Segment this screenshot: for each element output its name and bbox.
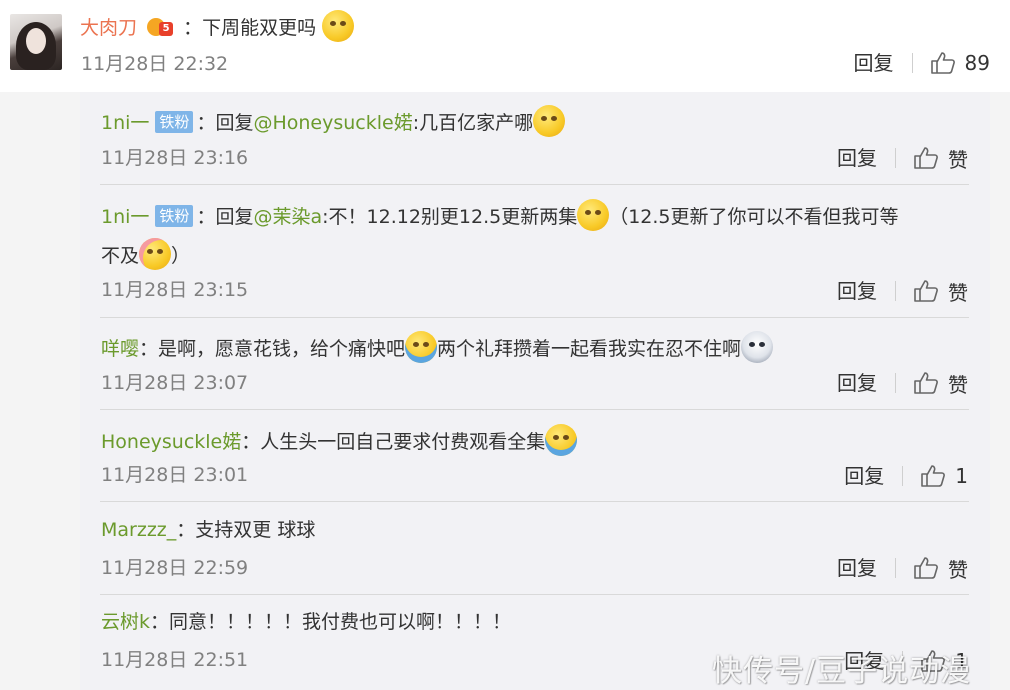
vip-crown-badge-icon: 5 [145, 14, 175, 40]
comment-actions: 回复 89 [854, 48, 990, 78]
reply-prefix: ：回复 [196, 112, 254, 134]
reply-time: 11月28日 22:51 [101, 649, 249, 671]
reply-actions: 回复 1 [844, 461, 968, 491]
reply-line: 1ni一 铁粉 ：回复@Honeysuckle婼:几百亿家产哪 [101, 105, 566, 137]
thumbs-up-icon [914, 147, 938, 169]
reply-time: 11月28日 23:01 [101, 464, 249, 486]
divider [911, 53, 913, 73]
reply-line: 云树k：同意！！！！！我付费也可以啊！！！！ [101, 608, 511, 636]
like-count: 89 [964, 51, 990, 75]
mention-link[interactable]: @茉染a [253, 206, 322, 228]
emoji-icon [545, 424, 578, 456]
reply-text-continued: （12.5更新了你可以不看但我可等 [609, 206, 899, 228]
divider [100, 317, 969, 318]
avatar[interactable] [10, 14, 62, 70]
reply-button[interactable]: 回复 [854, 48, 894, 78]
like-count: 赞 [948, 557, 968, 582]
divider [100, 184, 969, 185]
reply-prefix: ：是啊，愿意花钱，给个痛快吧 [139, 338, 406, 360]
reply-prefix: ：人生头一回自己要求付费观看全集 [241, 431, 546, 453]
reply-line: Marzzz_：支持双更 球球 [101, 516, 315, 544]
like-button[interactable]: 89 [930, 51, 990, 75]
reply-username[interactable]: Honeysuckle婼 [101, 431, 241, 453]
reply-button[interactable]: 回复 [837, 553, 877, 583]
reply-time: 11月28日 23:16 [101, 147, 249, 169]
reply-time: 11月28日 23:07 [101, 372, 249, 394]
reply-text: :不！12.12别更12.5更新两集 [322, 206, 578, 228]
reply-actions: 回复 赞 [837, 553, 968, 583]
like-count: 赞 [948, 372, 968, 397]
comment-text: ：下周能双更吗 [183, 17, 317, 39]
reply-line-wrap: 不及 ） [101, 238, 190, 270]
reply-prefix: ：回复 [196, 206, 254, 228]
reply-actions: 回复 赞 [837, 276, 968, 306]
comment-time: 11月28日 22:32 [81, 53, 229, 75]
reply-actions: 回复 赞 [837, 143, 968, 173]
reply-time: 11月28日 22:59 [101, 557, 249, 579]
comment-line: 大肉刀 5 ：下周能双更吗 [80, 10, 355, 42]
divider [100, 501, 969, 502]
divider [895, 281, 896, 301]
divider [895, 558, 896, 578]
reply-line: Honeysuckle婼：人生头一回自己要求付费观看全集 [101, 424, 578, 456]
reply-prefix: ：同意！！！！！我付费也可以啊！！！！ [150, 611, 512, 633]
fan-badge: 铁粉 [155, 111, 194, 133]
comment-thread: 大肉刀 5 ：下周能双更吗 11月28日 22:32 回复 89 1ni一 铁粉：… [0, 0, 1010, 690]
reply-username[interactable]: 1ni一 [101, 206, 149, 228]
reply-button[interactable]: 回复 [837, 368, 877, 398]
like-count: 赞 [948, 147, 968, 172]
like-button[interactable]: 赞 [914, 277, 968, 306]
mention-link[interactable]: @Honeysuckle婼 [253, 112, 412, 134]
reply-button[interactable]: 回复 [837, 143, 877, 173]
emoji-icon [741, 331, 774, 363]
reply-username[interactable]: 1ni一 [101, 112, 149, 134]
emoji-icon [577, 199, 610, 231]
fan-badge: 铁粉 [155, 205, 194, 227]
emoji-icon [533, 105, 566, 137]
reply-time: 11月28日 23:15 [101, 279, 249, 301]
reply-username[interactable]: Marzzz_ [101, 519, 176, 541]
divider [100, 594, 969, 595]
reply-username[interactable]: 咩嘤 [101, 338, 139, 360]
like-button[interactable]: 赞 [914, 369, 968, 398]
reply-button[interactable]: 回复 [844, 461, 884, 491]
emoji-icon [322, 10, 355, 42]
like-count: 1 [955, 464, 968, 488]
reply-text-wrap: 不及 [101, 245, 140, 267]
emoji-icon [139, 238, 172, 270]
divider [902, 466, 904, 486]
divider [100, 409, 969, 410]
emoji-icon [405, 331, 438, 363]
divider [895, 148, 896, 168]
thumbs-up-icon [914, 280, 938, 302]
like-count: 赞 [948, 280, 968, 305]
like-button[interactable]: 赞 [914, 144, 968, 173]
thumbs-up-icon [921, 465, 946, 487]
thumbs-up-icon [914, 372, 938, 394]
reply-text-end: ） [171, 245, 191, 267]
reply-actions: 回复 赞 [837, 368, 968, 398]
thumbs-up-icon [914, 557, 938, 579]
watermark: 快传号/豆子说动漫 [712, 654, 972, 689]
reply-prefix: ：支持双更 球球 [176, 519, 316, 541]
like-button[interactable]: 1 [921, 464, 968, 488]
thumbs-up-icon [930, 52, 955, 74]
comment-username[interactable]: 大肉刀 [80, 17, 137, 39]
reply-line: 咩嘤：是啊，愿意花钱，给个痛快吧 两个礼拜攒着一起看我实在忍不住啊 [101, 331, 774, 363]
divider [895, 373, 896, 393]
reply-text: :几百亿家产哪 [412, 112, 534, 134]
main-comment: 大肉刀 5 ：下周能双更吗 11月28日 22:32 回复 89 [0, 0, 1010, 92]
reply-text: 两个礼拜攒着一起看我实在忍不住啊 [437, 338, 742, 360]
reply-button[interactable]: 回复 [837, 276, 877, 306]
like-button[interactable]: 赞 [914, 554, 968, 583]
reply-username[interactable]: 云树k [101, 611, 150, 633]
reply-line: 1ni一 铁粉 ：回复@茉染a:不！12.12别更12.5更新两集 （12.5更新了你… [101, 199, 899, 231]
